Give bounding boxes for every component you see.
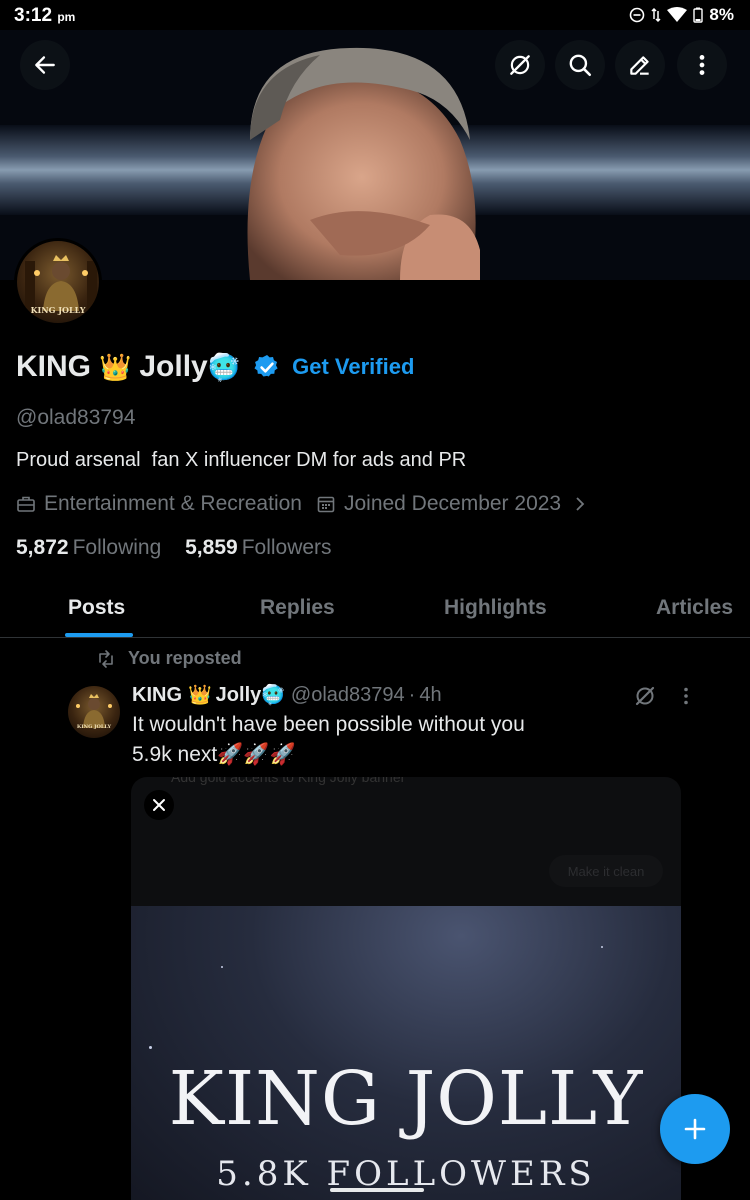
profile-avatar[interactable]: KING JOLLY: [14, 238, 102, 326]
post-more-icon[interactable]: [674, 684, 698, 708]
post-time: 4h: [419, 683, 442, 706]
back-button[interactable]: [20, 40, 70, 90]
banner-photo: [247, 47, 480, 280]
repost-indicator: You reposted: [96, 648, 242, 669]
status-bar: 3:12 pm 8%: [0, 0, 750, 30]
joined-date: Joined December 2023: [343, 492, 562, 515]
chevron-right-icon[interactable]: [573, 496, 587, 512]
cold-face-emoji: 🥶: [207, 352, 241, 382]
repost-icon: [99, 649, 113, 668]
close-icon: [153, 799, 165, 811]
get-verified-link[interactable]: Get Verified: [292, 354, 414, 380]
followers-link[interactable]: 5,859 Followers: [185, 536, 349, 559]
profile-tabs: Posts Replies Highlights Articles: [0, 580, 750, 638]
status-time: 3:12 pm: [14, 5, 76, 26]
media-title: KING JOLLY: [168, 1056, 644, 1142]
post-cold-emoji: 🥶: [261, 685, 285, 706]
avatar-caption: KING JOLLY: [30, 305, 86, 315]
following-link[interactable]: 5,872 Following: [16, 536, 185, 559]
followers-label: Followers: [241, 536, 332, 559]
edit-icon: [630, 56, 649, 75]
do-not-disturb-icon: [630, 7, 645, 23]
battery-percent: 8%: [709, 5, 734, 24]
profile-bio: Proud arsenal fan X influencer DM for ad…: [16, 449, 467, 471]
verified-badge-icon[interactable]: [254, 354, 280, 380]
status-icons: 8%: [629, 5, 734, 25]
post-author-name[interactable]: KING: [132, 684, 182, 707]
post-text-line2: 5.9k next🚀🚀🚀: [132, 743, 296, 766]
post-header: KING 👑 Jolly 🥶 @olad83794 · 4h: [132, 683, 442, 707]
crown-emoji: 👑: [99, 352, 132, 382]
post-dot: ·: [408, 683, 416, 706]
post-crown-emoji: 👑: [188, 685, 212, 706]
post-media[interactable]: Add gold accents to King Jolly banner Ma…: [131, 777, 681, 1200]
post-author-name2[interactable]: Jolly: [216, 684, 262, 707]
profile-name-row: KING 👑 Jolly 🥶 Get Verified: [16, 350, 414, 384]
profile-category[interactable]: Entertainment & Recreation: [44, 492, 302, 516]
grok-button[interactable]: [495, 40, 545, 90]
followers-count: 5,859: [185, 536, 238, 559]
profile-banner[interactable]: [0, 30, 750, 280]
search-button[interactable]: [555, 40, 605, 90]
grok-icon: [510, 55, 530, 75]
media-faded-caption: Add gold accents to King Jolly banner: [171, 777, 406, 785]
profile-meta: Entertainment & Recreation Joined Decemb…: [16, 492, 595, 516]
more-options-button[interactable]: [677, 40, 727, 90]
calendar-icon: [317, 496, 335, 513]
profile-handle: @olad83794: [16, 406, 136, 429]
tab-replies[interactable]: Replies: [260, 596, 335, 620]
tab-articles[interactable]: Articles: [656, 596, 733, 620]
post-author-handle: @olad83794: [290, 683, 405, 706]
post-text-line1: It wouldn't have been possible without y…: [132, 713, 525, 736]
make-it-clean-pill[interactable]: Make it clean: [549, 855, 663, 887]
battery-icon: [693, 7, 704, 23]
post-avatar-caption: KING JOLLY: [76, 724, 112, 730]
follow-stats: 5,872 Following 5,859 Followers: [16, 536, 350, 560]
tab-posts[interactable]: Posts: [68, 596, 125, 620]
plus-icon: [684, 1118, 706, 1140]
post-author-avatar[interactable]: KING JOLLY: [68, 686, 120, 738]
display-name-part1: KING: [16, 350, 91, 383]
compose-fab[interactable]: [660, 1094, 730, 1164]
following-count: 5,872: [16, 536, 69, 559]
repost-label: You reposted: [128, 648, 242, 668]
grok-post-icon[interactable]: [633, 684, 657, 708]
briefcase-icon: [17, 496, 35, 512]
active-tab-indicator: [65, 633, 133, 637]
search-icon: [569, 54, 592, 77]
post-avatar-image: [76, 694, 112, 728]
data-arrows-icon: [651, 7, 661, 23]
arrow-left-icon: [35, 56, 55, 74]
edit-button[interactable]: [615, 40, 665, 90]
media-image: KING JOLLY 5.8K FOLLOWERS: [131, 906, 681, 1200]
tab-highlights[interactable]: Highlights: [444, 596, 547, 620]
more-vertical-icon: [699, 55, 705, 75]
post-text: It wouldn't have been possible without y…: [132, 710, 525, 770]
wifi-icon: [667, 7, 688, 22]
media-close-button[interactable]: [144, 790, 174, 820]
following-label: Following: [72, 536, 162, 559]
home-indicator[interactable]: [330, 1188, 424, 1192]
display-name-part2: Jolly: [139, 350, 208, 383]
